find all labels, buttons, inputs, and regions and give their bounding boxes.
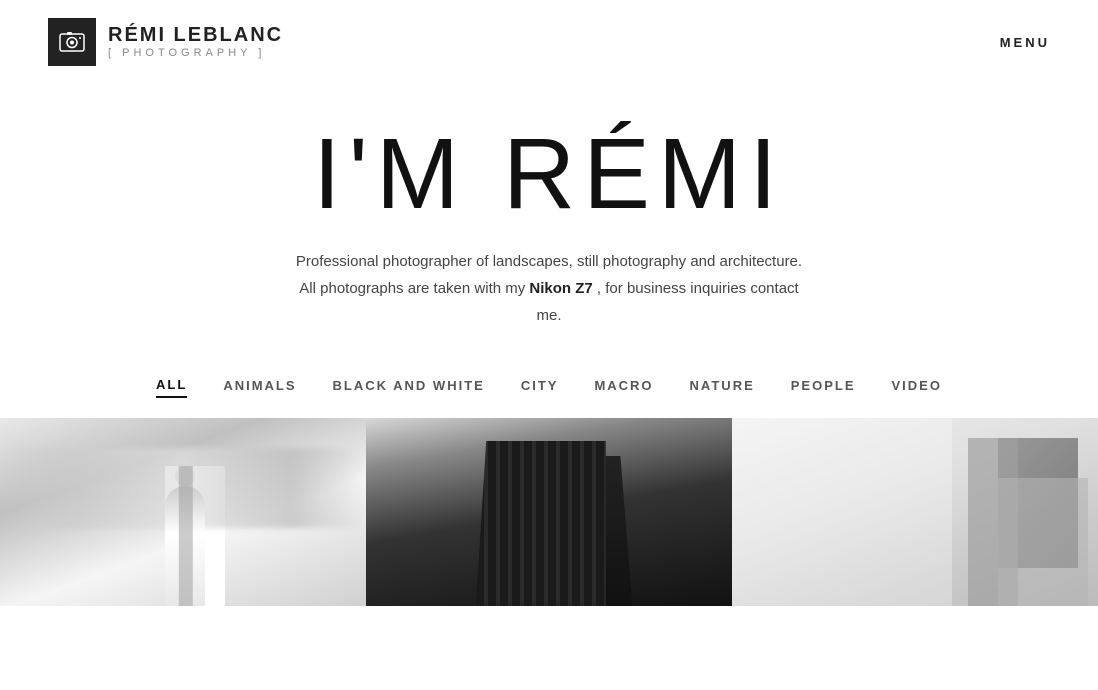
motion-blur [0,448,366,528]
dark-building [476,441,606,606]
filter-nav: ALL ANIMALS BLACK AND WHITE CITY MACRO N… [0,349,1098,418]
logo-subtitle: [ PHOTOGRAPHY ] [108,47,283,60]
logo-text: RÉMI LEBLANC [ PHOTOGRAPHY ] [108,23,283,60]
hero-desc-line1: Professional photographer of landscapes,… [296,253,802,270]
logo-name: RÉMI LEBLANC [108,23,283,47]
filter-people[interactable]: PEOPLE [791,378,856,397]
filter-animals[interactable]: ANIMALS [223,378,296,397]
filter-video[interactable]: VIDEO [892,378,942,397]
menu-button[interactable]: MENU [1000,35,1050,50]
filter-macro[interactable]: MACRO [594,378,653,397]
photo-1[interactable] [0,418,366,606]
person-figure [165,486,205,606]
logo-area[interactable]: RÉMI LEBLANC [ PHOTOGRAPHY ] [48,18,283,66]
filter-city[interactable]: CITY [521,378,559,397]
hero-desc-line2-pre: All photographs are taken with my [299,280,529,297]
photo-2[interactable] [366,418,732,606]
hero-description: Professional photographer of landscapes,… [289,248,809,329]
photo-3[interactable] [732,418,1098,606]
photo-grid [0,418,1098,606]
logo-icon [48,18,96,66]
hero-section: I'M RÉMI Professional photographer of la… [0,84,1098,349]
hero-camera: Nikon Z7 [529,280,592,297]
site-header: RÉMI LEBLANC [ PHOTOGRAPHY ] MENU [0,0,1098,84]
filter-all[interactable]: ALL [156,377,187,398]
filter-nature[interactable]: NATURE [690,378,755,397]
hero-title: I'M RÉMI [20,124,1078,224]
filter-black-white[interactable]: BLACK AND WHITE [333,378,485,397]
building-short [998,478,1088,606]
